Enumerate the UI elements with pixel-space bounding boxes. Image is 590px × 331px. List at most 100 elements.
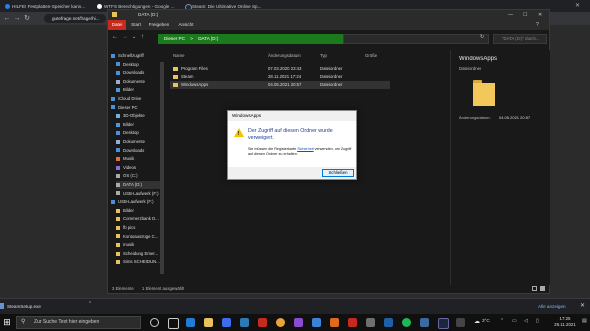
sidebar-item[interactable]: Dokumente	[116, 138, 161, 146]
sidebar-item[interactable]: Dieser PC	[111, 104, 161, 112]
tab-ansicht[interactable]: Ansicht	[174, 20, 198, 30]
mail-icon[interactable]	[240, 318, 249, 327]
address-segment[interactable]: DATA (D:)	[198, 36, 218, 41]
help-icon[interactable]: ?	[536, 20, 539, 30]
clock-date[interactable]: 28.11.2021	[550, 322, 580, 327]
app-icon[interactable]	[258, 318, 267, 327]
back-icon[interactable]: ←	[112, 34, 118, 40]
cortana-icon[interactable]	[150, 318, 159, 327]
edge-icon[interactable]	[186, 318, 195, 327]
column-header-name[interactable]: Name	[173, 52, 184, 60]
chrome-icon[interactable]	[276, 318, 285, 327]
file-explorer-icon[interactable]	[204, 318, 213, 327]
sidebar-item[interactable]: Downloads	[116, 147, 161, 155]
sidebar-item[interactable]: Kontoauszüge C...	[116, 233, 161, 241]
browser-tab[interactable]: HILFE! Festplatten-Speicher kann...	[2, 1, 92, 12]
sidebar-item[interactable]: Desktop	[116, 129, 161, 137]
table-row[interactable]: Program Files 07.03.2020 23:43 Dateiordn…	[170, 65, 390, 73]
firefox-icon[interactable]	[330, 318, 339, 327]
sidebar-item[interactable]: Bilder	[116, 121, 161, 129]
spotify-icon[interactable]	[402, 318, 411, 327]
volume-icon[interactable]: ◁	[524, 318, 528, 324]
sidebar-item[interactable]: Dokumente	[116, 78, 161, 86]
temperature-label[interactable]: 3°C	[482, 318, 490, 323]
chevron-up-icon[interactable]: ⌃	[88, 301, 92, 307]
show-all-downloads[interactable]: Alle anzeigen	[538, 303, 566, 310]
column-header-date[interactable]: Änderungsdatum	[268, 52, 301, 60]
sidebar-item[interactable]: Commerzbank D...	[116, 215, 161, 223]
sidebar-item[interactable]: musik	[116, 241, 161, 249]
sidebar-item-label: Bilder	[123, 121, 134, 127]
maximize-icon[interactable]: ☐	[523, 10, 527, 20]
sidebar-item[interactable]: iCloud Drive	[111, 95, 161, 103]
taskbar-search-input[interactable]: Zur Suche Text hier eingeben	[16, 316, 141, 329]
sidebar-item-label: Desktop	[123, 130, 139, 136]
sidebar-item[interactable]: USB-Laufwerk (F:)	[111, 198, 161, 206]
refresh-icon[interactable]: ↻	[480, 34, 484, 40]
address-segment[interactable]: Dieser PC	[164, 36, 185, 41]
sidebar-item[interactable]: Desktop	[116, 61, 161, 69]
weather-icon[interactable]: ☁	[474, 318, 480, 325]
desktop-icon	[116, 62, 120, 67]
windows-start-icon[interactable]: ⊞	[2, 317, 12, 327]
address-bar[interactable]: Dieser PC > DATA (D:)	[158, 34, 343, 44]
star-icon	[111, 200, 115, 205]
steam-icon[interactable]	[438, 318, 449, 329]
security-tab-link[interactable]: Sicherheit	[297, 147, 313, 151]
battery-icon[interactable]: ▯	[536, 318, 539, 324]
sidebar-item[interactable]: 3D-Objekte	[116, 112, 161, 120]
task-view-icon[interactable]	[168, 318, 179, 329]
forward-icon[interactable]: →	[12, 12, 22, 25]
tab-start[interactable]: Start	[128, 20, 144, 30]
app-icon[interactable]	[312, 318, 321, 327]
app-icon[interactable]	[384, 318, 393, 327]
search-input[interactable]: "DATA (D:)" durch...	[493, 34, 547, 44]
sidebar-item[interactable]: USB-Laufwerk (F:)	[116, 190, 161, 198]
download-item[interactable]: SteamSetup.exe	[7, 303, 41, 310]
details-view-icon[interactable]	[532, 286, 537, 291]
app-icon[interactable]	[366, 318, 375, 327]
sidebar-item-label: Dokumente	[123, 78, 145, 84]
up-folder-icon[interactable]: ↑	[141, 34, 144, 40]
app-icon[interactable]	[420, 318, 429, 327]
sidebar-item[interactable]: OS (C:)	[116, 172, 161, 180]
tab-datei[interactable]: Datei	[108, 20, 126, 30]
sidebar-item[interactable]: fb pics	[116, 224, 161, 232]
folder-icon	[173, 82, 178, 87]
sidebar-item[interactable]: Videos	[116, 164, 161, 172]
sidebar-item[interactable]: Downloads	[116, 69, 161, 77]
address-bar-extension[interactable]	[343, 34, 489, 44]
sidebar-scrollbar[interactable]	[160, 62, 164, 274]
close-downloads-icon[interactable]: ✕	[580, 302, 585, 310]
sidebar-item[interactable]: DATA (D:)	[116, 181, 161, 189]
column-header-type[interactable]: Typ	[320, 52, 327, 60]
sidebar-item[interactable]: Musik	[116, 155, 161, 163]
forward-icon[interactable]: →	[122, 34, 128, 40]
sidebar-item[interactable]: Bilder	[116, 86, 161, 94]
sidebar-item[interactable]: Scheidung Emer...	[116, 250, 161, 258]
notification-icon[interactable]: ▤	[582, 318, 587, 324]
close-window-icon[interactable]: ✕	[575, 2, 580, 9]
sidebar-item[interactable]: Schnellzugriff	[111, 52, 161, 60]
tab-freigeben[interactable]: Freigeben	[146, 20, 172, 30]
close-button[interactable]: Schließen	[322, 169, 354, 177]
back-icon[interactable]: ←	[2, 12, 12, 25]
minimize-icon[interactable]: —	[508, 10, 513, 20]
tiles-view-icon[interactable]	[540, 286, 545, 291]
reload-icon[interactable]: ↻	[22, 12, 32, 25]
sidebar-item[interactable]: Sims SCHEIDUN...	[116, 258, 161, 266]
url-bar[interactable]: gutefrage.net/frage/hi...	[44, 14, 106, 23]
store-icon[interactable]	[222, 318, 231, 327]
column-header-size[interactable]: Größe	[365, 52, 377, 60]
table-row[interactable]: Steam 28.11.2021 17:24 Dateiordner	[170, 73, 390, 81]
app-icon[interactable]	[294, 318, 303, 327]
sidebar-item[interactable]: Bilder	[116, 207, 161, 215]
close-icon[interactable]: ✕	[538, 10, 542, 20]
tray-chevron-icon[interactable]: ⌃	[500, 318, 504, 324]
app-icon[interactable]	[456, 318, 465, 327]
clock-time[interactable]: 17:25	[550, 316, 580, 321]
table-row-selected[interactable]: WindowsApps 04.05.2021 20:57 Dateiordner	[170, 81, 390, 89]
recent-dropdown-icon[interactable]: ⌄	[132, 34, 136, 40]
app-icon[interactable]	[348, 318, 357, 327]
network-icon[interactable]: ▭	[512, 318, 517, 324]
